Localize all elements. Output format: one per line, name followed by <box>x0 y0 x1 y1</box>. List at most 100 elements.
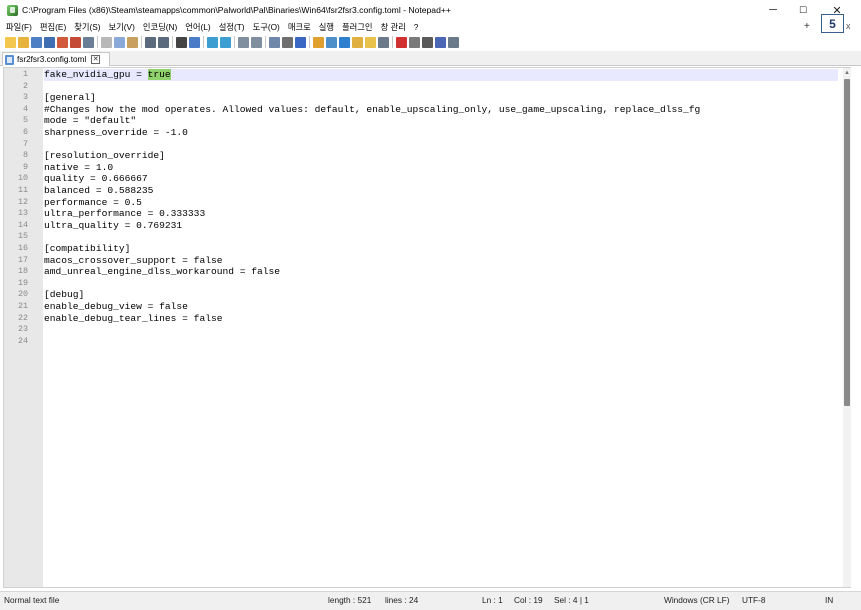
new-tab-plus-button[interactable]: + <box>804 21 810 32</box>
status-length: length : 521 <box>328 595 372 605</box>
menu-language[interactable]: 언어(L) <box>185 21 210 33</box>
eye-icon[interactable] <box>378 36 389 48</box>
line-number: 11 <box>17 185 28 195</box>
menu-macro[interactable]: 매크로 <box>288 21 311 33</box>
line-number: 20 <box>17 289 28 300</box>
document-map-icon[interactable] <box>326 36 337 48</box>
code-line[interactable]: enable_debug_view = false <box>44 301 838 313</box>
current-code-line[interactable]: fake_nvidia_gpu = true <box>44 69 838 81</box>
code-line[interactable] <box>44 324 838 336</box>
stop-macro-icon[interactable] <box>409 36 420 48</box>
close-icon[interactable] <box>57 36 68 48</box>
undo-icon[interactable] <box>145 36 156 48</box>
udl-icon[interactable] <box>313 36 324 48</box>
menu-help[interactable]: ? <box>414 22 419 32</box>
run-macro-multiple-icon[interactable] <box>435 36 446 48</box>
code-line[interactable]: balanced = 0.588235 <box>44 185 838 197</box>
code-line[interactable] <box>44 139 838 151</box>
code-line[interactable]: mode = "default" <box>44 115 838 127</box>
function-list-icon[interactable] <box>339 36 350 48</box>
replace-icon[interactable] <box>189 36 200 48</box>
save-macro-icon[interactable] <box>448 36 459 48</box>
code-line[interactable]: quality = 0.666667 <box>44 173 838 185</box>
sync-vertical-icon[interactable] <box>238 36 249 48</box>
zoom-out-icon[interactable] <box>220 36 231 48</box>
code-line[interactable] <box>44 81 838 93</box>
menu-run[interactable]: 실행 <box>319 21 334 33</box>
menu-encoding[interactable]: 인코딩(N) <box>143 21 177 33</box>
monitoring-icon[interactable] <box>365 36 376 48</box>
word-wrap-icon[interactable] <box>269 36 280 48</box>
find-icon[interactable] <box>176 36 187 48</box>
redo-icon[interactable] <box>158 36 169 48</box>
code-line[interactable]: #Changes how the mod operates. Allowed v… <box>44 104 838 116</box>
menu-tools[interactable]: 도구(O) <box>253 21 280 33</box>
status-file-type: Normal text file <box>4 595 60 605</box>
menu-edit[interactable]: 편집(E) <box>40 21 66 33</box>
code-line[interactable]: ultra_performance = 0.333333 <box>44 208 838 220</box>
code-line[interactable]: amd_unreal_engine_dlss_workaround = fals… <box>44 266 838 278</box>
code-line[interactable]: [compatibility] <box>44 243 838 255</box>
menu-settings[interactable]: 설정(T) <box>219 21 245 33</box>
close-all-icon[interactable] <box>70 36 81 48</box>
scrollbar-thumb[interactable] <box>844 79 850 406</box>
line-number: 6 <box>22 127 28 137</box>
menu-window[interactable]: 창 관리 <box>381 21 406 33</box>
menu-bar: 파일(F) 편집(E) 찾기(S) 보기(V) 인코딩(N) 언어(L) 설정(… <box>0 20 861 34</box>
tab-label: fsr2fsr3.config.toml <box>17 55 87 64</box>
code-line[interactable] <box>44 278 838 290</box>
show-all-chars-icon[interactable] <box>282 36 293 48</box>
code-line[interactable]: [debug] <box>44 289 838 301</box>
line-number: 12 <box>17 196 28 207</box>
tab-close-icon[interactable]: ✕ <box>91 55 101 64</box>
menu-view[interactable]: 보기(V) <box>109 21 135 33</box>
paste-icon[interactable] <box>127 36 138 48</box>
code-line[interactable]: native = 1.0 <box>44 162 838 174</box>
line-number: 14 <box>17 219 28 230</box>
new-file-icon[interactable] <box>5 36 16 48</box>
copy-icon[interactable] <box>114 36 125 48</box>
line-number: 24 <box>17 335 28 346</box>
code-line[interactable]: [resolution_override] <box>44 150 838 162</box>
tab-fsr2fsr3-config[interactable]: fsr2fsr3.config.toml ✕ <box>2 52 110 66</box>
menu-file[interactable]: 파일(F) <box>6 21 32 33</box>
notepad-plus-plus-icon <box>7 4 18 16</box>
scroll-up-arrow-icon[interactable]: ▲ <box>844 70 850 76</box>
code-line[interactable]: [general] <box>44 92 838 104</box>
menu-plugins[interactable]: 플러그인 <box>342 21 373 33</box>
toolbar <box>0 34 861 50</box>
editor-area[interactable]: 1 2 3 4 5 6 7 8 9 10 11 12 13 14 15 16 17 18 19 20 21 22 23 24 … <box>3 67 851 588</box>
record-macro-icon[interactable] <box>396 36 407 48</box>
status-line-number: Ln : 1 <box>482 595 503 605</box>
code-line[interactable]: performance = 0.5 <box>44 197 838 209</box>
code-line[interactable] <box>44 231 838 243</box>
maximize-button[interactable]: ☐ <box>786 0 820 20</box>
save-all-icon[interactable] <box>44 36 55 48</box>
menu-search[interactable]: 찾기(S) <box>74 21 100 33</box>
cut-icon[interactable] <box>101 36 112 48</box>
save-icon[interactable] <box>31 36 42 48</box>
code-line[interactable]: ultra_quality = 0.769231 <box>44 220 838 232</box>
status-lines: lines : 24 <box>385 595 419 605</box>
print-icon[interactable] <box>83 36 94 48</box>
open-file-icon[interactable] <box>18 36 29 48</box>
window-title: C:\Program Files (x86)\Steam\steamapps\c… <box>22 5 451 15</box>
code-line[interactable]: macos_crossover_support = false <box>44 255 838 267</box>
line-number: 18 <box>17 266 28 277</box>
sync-horizontal-icon[interactable] <box>251 36 262 48</box>
code-line[interactable]: enable_debug_tear_lines = false <box>44 313 838 325</box>
line-number: 13 <box>17 208 28 219</box>
folder-workspace-icon[interactable] <box>352 36 363 48</box>
code-line[interactable]: sharpness_override = -1.0 <box>44 127 838 139</box>
minimize-button[interactable]: ─ <box>756 0 790 20</box>
code-line[interactable] <box>44 336 838 348</box>
close-document-button[interactable]: x <box>846 21 851 31</box>
zoom-in-icon[interactable] <box>207 36 218 48</box>
line-number: 21 <box>17 301 28 311</box>
play-macro-icon[interactable] <box>422 36 433 48</box>
document-icon <box>5 54 14 65</box>
vertical-scrollbar[interactable]: ▲ <box>843 68 851 587</box>
line-number: 4 <box>22 103 28 114</box>
line-number: 7 <box>22 138 28 149</box>
indent-guide-icon[interactable] <box>295 36 306 48</box>
